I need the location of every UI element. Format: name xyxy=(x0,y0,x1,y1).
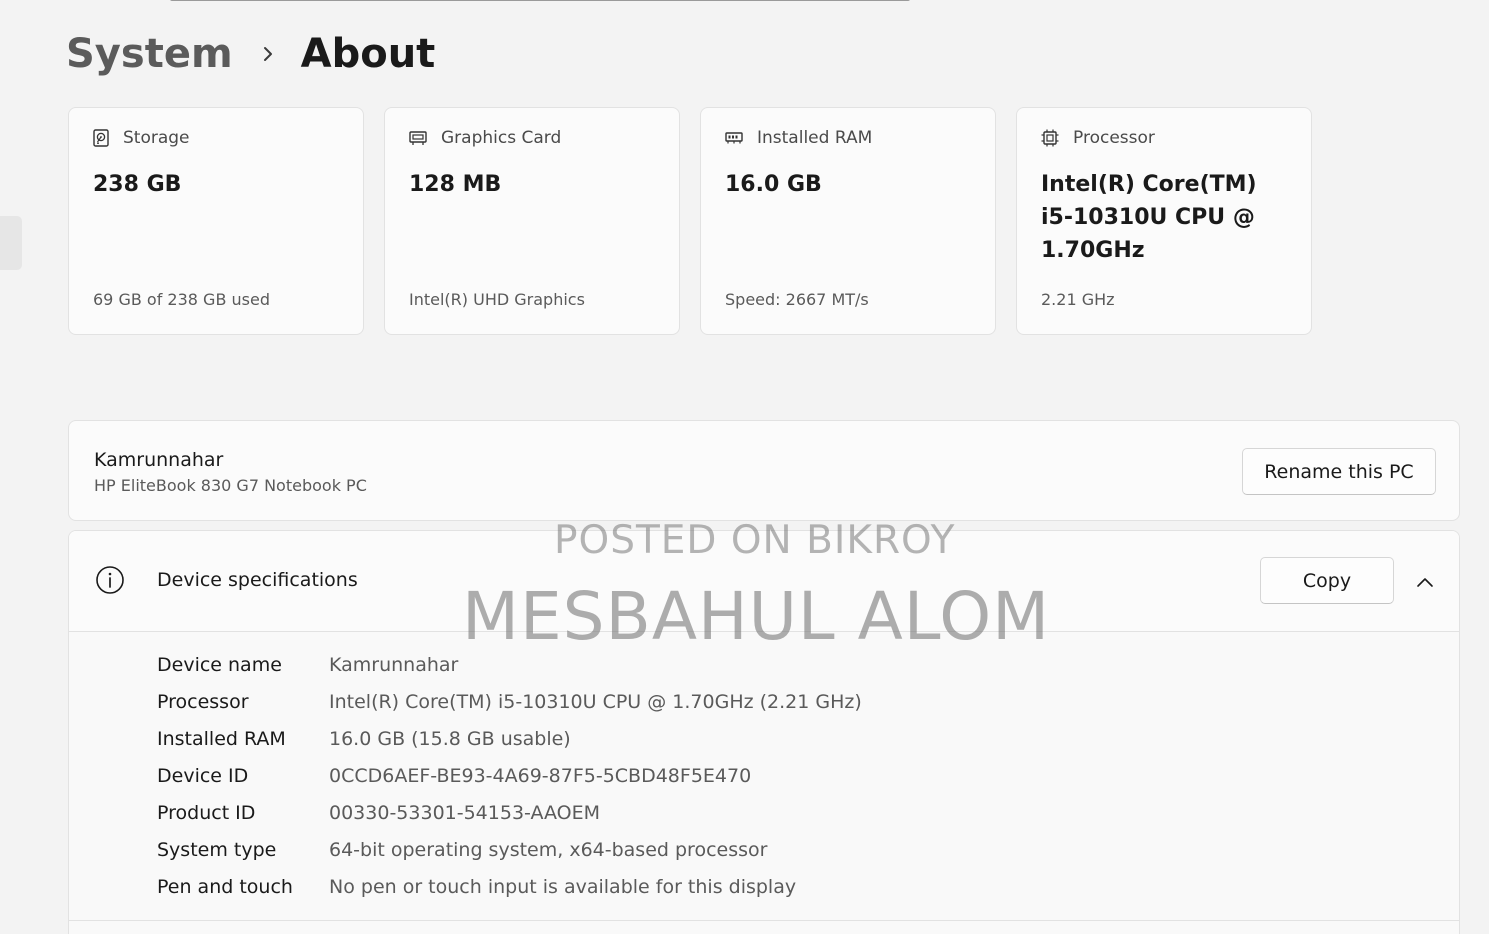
collapse-button[interactable] xyxy=(1407,565,1443,599)
card-value: 128 MB xyxy=(409,172,502,197)
ram-card[interactable]: Installed RAM 16.0 GB Speed: 2667 MT/s xyxy=(700,107,996,335)
spec-value[interactable]: 64-bit operating system, x64-based proce… xyxy=(329,839,767,861)
device-specifications-header[interactable]: Device specifications Copy xyxy=(69,531,1459,632)
card-value: 16.0 GB xyxy=(725,172,822,197)
rename-pc-button[interactable]: Rename this PC xyxy=(1242,448,1436,495)
pc-name: Kamrunnahar xyxy=(94,449,224,471)
info-icon xyxy=(96,566,124,594)
graphics-card-icon xyxy=(409,131,427,145)
settings-about-page: System About Storage 238 GB 69 GB of 238… xyxy=(0,0,1489,934)
spec-value[interactable]: 00330-53301-54153-AAOEM xyxy=(329,802,600,824)
storage-card[interactable]: Storage 238 GB 69 GB of 238 GB used xyxy=(68,107,364,335)
spec-row-product-id: Product ID 00330-53301-54153-AAOEM xyxy=(157,794,862,831)
spec-cards: Storage 238 GB 69 GB of 238 GB used Grap… xyxy=(68,107,1312,335)
graphics-card-card[interactable]: Graphics Card 128 MB Intel(R) UHD Graphi… xyxy=(384,107,680,335)
spec-label: Device ID xyxy=(157,764,249,787)
card-title: Graphics Card xyxy=(441,128,562,148)
spec-value[interactable]: 16.0 GB (15.8 GB usable) xyxy=(329,728,571,750)
spec-label: System type xyxy=(157,838,277,861)
section-title: Device specifications xyxy=(157,569,358,591)
chevron-up-icon xyxy=(1417,578,1433,587)
card-subtext: 2.21 GHz xyxy=(1041,290,1115,309)
spec-value[interactable]: No pen or touch input is available for t… xyxy=(329,876,796,898)
horizontal-scrollbar[interactable] xyxy=(170,0,910,1)
card-value: 238 GB xyxy=(93,172,182,197)
card-subtext: Speed: 2667 MT/s xyxy=(725,290,869,309)
spec-label: Pen and touch xyxy=(157,875,293,898)
spec-label: Device name xyxy=(157,653,282,676)
processor-card[interactable]: Processor Intel(R) Core(TM) i5-10310U CP… xyxy=(1016,107,1312,335)
card-title: Installed RAM xyxy=(757,128,873,148)
spec-row-processor: Processor Intel(R) Core(TM) i5-10310U CP… xyxy=(157,683,862,720)
card-title: Storage xyxy=(123,128,190,148)
spec-label: Installed RAM xyxy=(157,727,286,750)
spec-row-installed-ram: Installed RAM 16.0 GB (15.8 GB usable) xyxy=(157,720,862,757)
hard-drive-icon xyxy=(93,129,109,147)
breadcrumb-system-link[interactable]: System xyxy=(66,31,233,77)
spec-row-system-type: System type 64-bit operating system, x64… xyxy=(157,831,862,868)
card-title: Processor xyxy=(1073,128,1155,148)
pc-model: HP EliteBook 830 G7 Notebook PC xyxy=(94,476,367,495)
page-title: About xyxy=(300,31,436,77)
spec-value[interactable]: Intel(R) Core(TM) i5-10310U CPU @ 1.70GH… xyxy=(329,691,862,713)
spec-row-device-name: Device name Kamrunnahar xyxy=(157,646,862,683)
card-value: Intel(R) Core(TM) i5-10310U CPU @ 1.70GH… xyxy=(1041,172,1257,263)
breadcrumb: System About xyxy=(66,24,435,84)
processor-icon xyxy=(1041,129,1059,147)
spec-value[interactable]: 0CCD6AEF-BE93-4A69-87F5-5CBD48F5E470 xyxy=(329,765,751,787)
sidebar-edge xyxy=(0,216,22,270)
divider xyxy=(69,920,1459,921)
spec-row-pen-and-touch: Pen and touch No pen or touch input is a… xyxy=(157,868,862,905)
device-specifications-panel: Device specifications Copy Device name K… xyxy=(68,530,1460,934)
card-subtext: 69 GB of 238 GB used xyxy=(93,290,270,309)
card-subtext: Intel(R) UHD Graphics xyxy=(409,290,585,309)
spec-row-device-id: Device ID 0CCD6AEF-BE93-4A69-87F5-5CBD48… xyxy=(157,757,862,794)
spec-value[interactable]: Kamrunnahar xyxy=(329,654,458,676)
spec-label: Processor xyxy=(157,690,249,713)
chevron-right-icon xyxy=(263,47,272,61)
ram-icon xyxy=(725,132,743,144)
spec-list: Device name Kamrunnahar Processor Intel(… xyxy=(157,646,862,905)
copy-button[interactable]: Copy xyxy=(1260,557,1394,604)
pc-name-panel: Kamrunnahar HP EliteBook 830 G7 Notebook… xyxy=(68,420,1460,521)
spec-label: Product ID xyxy=(157,801,256,824)
